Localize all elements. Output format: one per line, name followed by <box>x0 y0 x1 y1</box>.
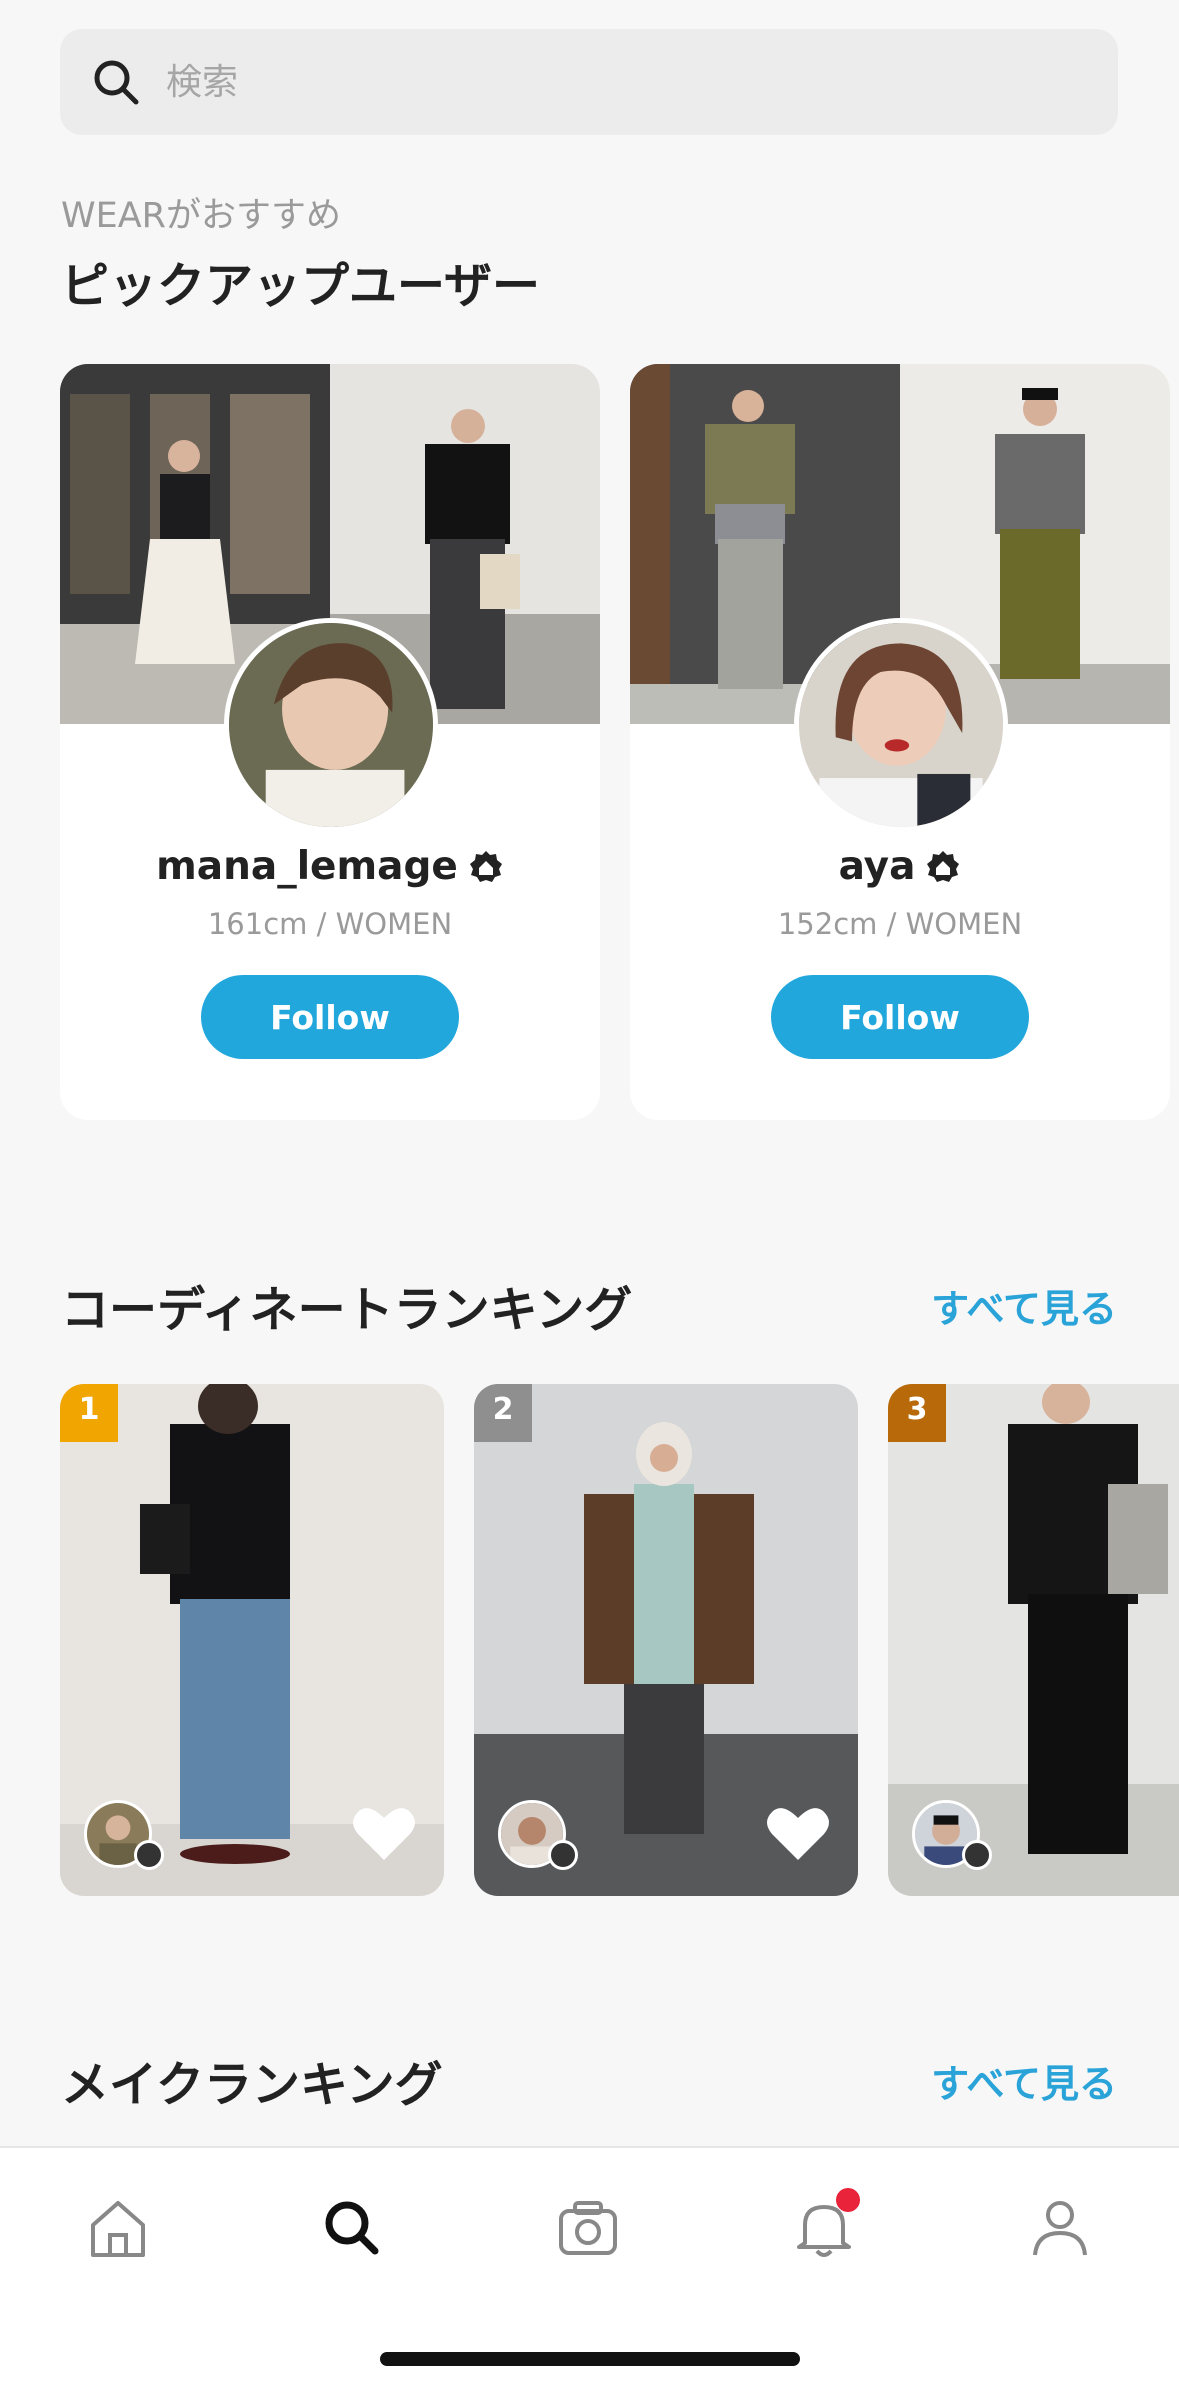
heart-icon[interactable] <box>766 1804 830 1862</box>
camera-icon <box>559 2201 617 2255</box>
user-card-mana-lemage[interactable]: mana_lemage 161cm / WOMEN Follow <box>60 364 600 1120</box>
user-card-aya[interactable]: aya 152cm / WOMEN Follow <box>630 364 1170 1120</box>
ranking-card-2[interactable]: 2 <box>474 1384 858 1896</box>
ranking-card-3[interactable]: 3 <box>888 1384 1179 1896</box>
follow-button[interactable]: Follow <box>771 975 1029 1059</box>
search-icon <box>325 2201 379 2255</box>
coordinate-ranking-title: コーディネートランキング <box>61 1282 633 1338</box>
pickup-subheading: WEARがおすすめ <box>61 196 341 236</box>
verified-check-icon <box>134 1840 164 1870</box>
heart-icon[interactable] <box>352 1804 416 1862</box>
nav-home[interactable] <box>78 2188 158 2268</box>
user-name-row: mana_lemage <box>60 844 600 889</box>
verified-check-icon <box>548 1840 578 1870</box>
home-icon <box>91 2201 145 2257</box>
see-all-link[interactable]: すべて見る <box>931 2053 1117 2108</box>
search-bar[interactable] <box>60 29 1118 135</box>
nav-camera[interactable] <box>548 2188 628 2268</box>
rank-badge: 1 <box>60 1384 118 1442</box>
profile-icon <box>1033 2201 1087 2256</box>
nav-notifications[interactable] <box>784 2188 864 2268</box>
user-meta: 152cm / WOMEN <box>777 907 1023 941</box>
official-badge-icon <box>927 850 960 882</box>
official-badge-icon <box>469 850 502 882</box>
verified-check-icon <box>962 1840 992 1870</box>
user-avatar[interactable] <box>794 618 1008 832</box>
user-name[interactable]: aya <box>839 844 916 889</box>
make-ranking-title: メイクランキング <box>61 2057 443 2113</box>
rank-badge: 3 <box>888 1384 946 1442</box>
user-meta: 161cm / WOMEN <box>207 907 453 941</box>
rank-badge: 2 <box>474 1384 532 1442</box>
home-indicator <box>380 2352 800 2366</box>
user-name[interactable]: mana_lemage <box>156 844 458 889</box>
search-input[interactable] <box>166 61 1046 103</box>
follow-button[interactable]: Follow <box>201 975 459 1059</box>
see-all-link[interactable]: すべて見る <box>931 1278 1117 1333</box>
search-icon <box>94 60 139 105</box>
pickup-title: ピックアップユーザー <box>61 258 541 314</box>
user-avatar[interactable] <box>224 618 438 832</box>
notification-dot <box>836 2188 860 2212</box>
ranking-card-1[interactable]: 1 <box>60 1384 444 1896</box>
nav-search[interactable] <box>312 2188 392 2268</box>
search-screen: WEARがおすすめ ピックアップユーザー <box>0 0 1179 2396</box>
user-name-row: aya <box>630 844 1170 889</box>
nav-profile[interactable] <box>1020 2188 1100 2268</box>
